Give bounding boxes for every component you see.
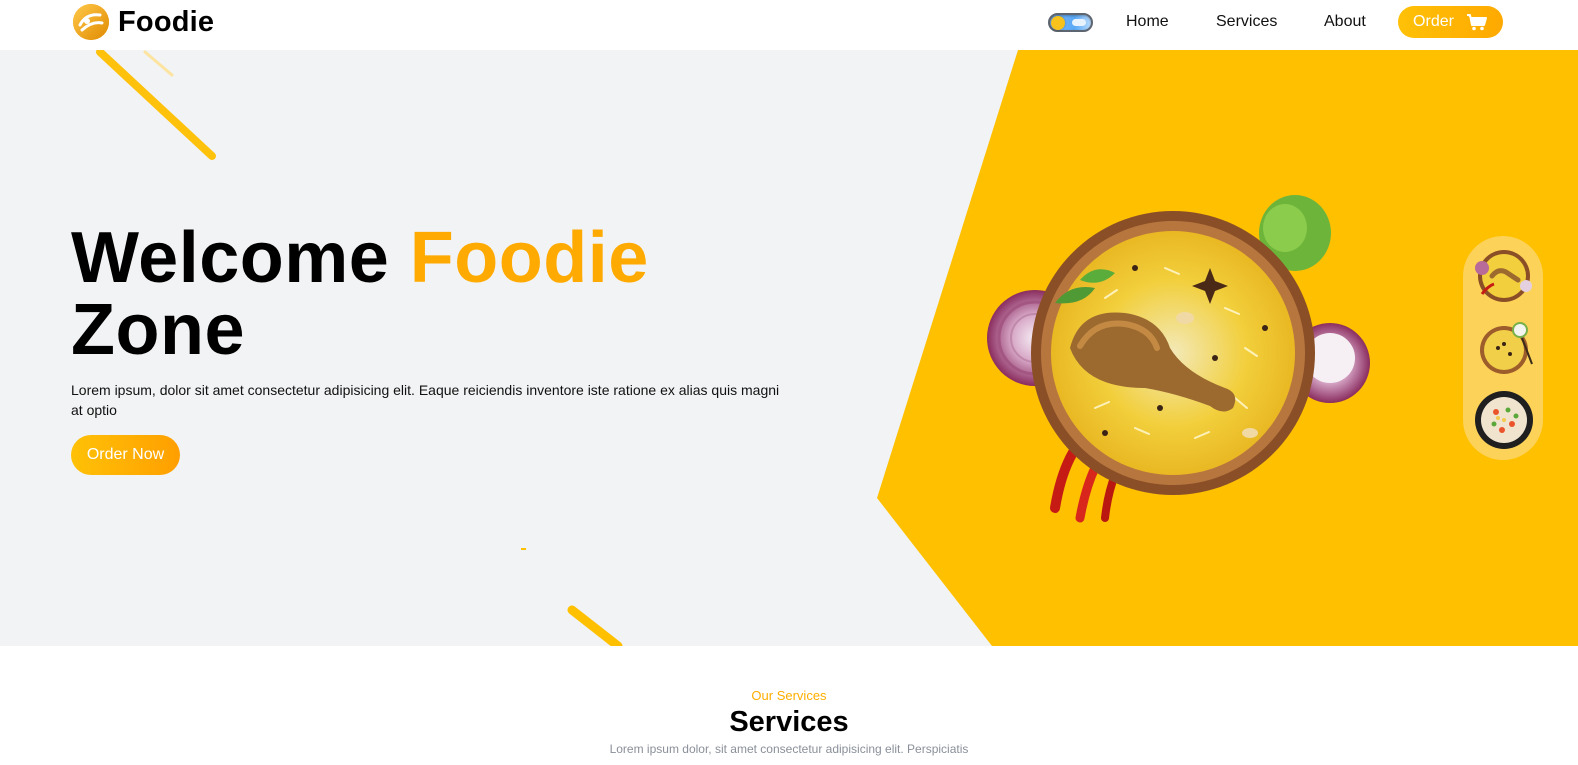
navbar: Foodie Home Services About Order bbox=[0, 0, 1578, 50]
sun-icon bbox=[1051, 16, 1065, 30]
fried-rice-thumb-3[interactable] bbox=[1474, 390, 1534, 450]
biryani-thumb-2[interactable] bbox=[1474, 318, 1534, 378]
nav-about-link[interactable]: About bbox=[1324, 13, 1366, 31]
hero-title-part1: Welcome bbox=[71, 218, 410, 298]
hero-section: Welcome Foodie Zone Lorem ipsum, dolor s… bbox=[0, 50, 1578, 646]
hero-title-accent: Foodie bbox=[409, 218, 649, 298]
brand-link[interactable]: Foodie bbox=[72, 3, 214, 41]
theme-toggle-icon[interactable] bbox=[1048, 13, 1093, 32]
hero-title: Welcome Foodie Zone bbox=[71, 222, 649, 366]
biryani-thumb-1[interactable] bbox=[1474, 246, 1534, 306]
hero-description: Lorem ipsum, dolor sit amet consectetur … bbox=[71, 382, 780, 418]
services-title: Services bbox=[729, 706, 849, 738]
hero-title-part2: Zone bbox=[71, 290, 245, 370]
order-button-label: Order bbox=[1413, 13, 1454, 30]
brand-name: Foodie bbox=[118, 5, 215, 38]
cart-icon bbox=[1466, 14, 1487, 31]
services-subtitle: Lorem ipsum dolor, sit amet consectetur … bbox=[609, 742, 969, 756]
dish-thumbnail-slider bbox=[1463, 236, 1543, 460]
foodie-logo-icon bbox=[73, 4, 109, 40]
nav-services-link[interactable]: Services bbox=[1216, 13, 1277, 31]
order-button[interactable]: Order bbox=[1398, 6, 1503, 38]
order-now-button[interactable]: Order Now bbox=[71, 435, 180, 475]
biryani-plate-image bbox=[987, 195, 1370, 523]
cloud-icon bbox=[1072, 19, 1086, 26]
services-section: Our Services Services Lorem ipsum dolor,… bbox=[0, 646, 1578, 765]
services-eyebrow: Our Services bbox=[751, 688, 827, 703]
nav-home-link[interactable]: Home bbox=[1126, 13, 1169, 31]
